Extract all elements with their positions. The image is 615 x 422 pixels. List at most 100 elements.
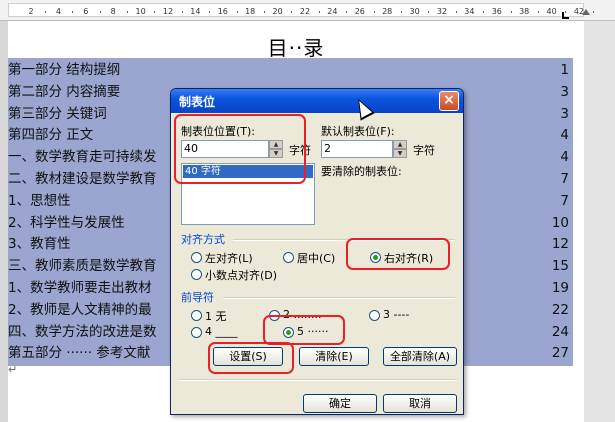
ruler-minor-tick [455, 11, 457, 13]
toc-entry-text: 3、教育性 [8, 236, 71, 253]
ruler-tick-label: 40 [546, 7, 557, 16]
leader-underline-radio[interactable] [191, 327, 202, 338]
button-divider [179, 379, 457, 381]
align-left-label[interactable]: 左对齐(L) [205, 250, 253, 266]
ruler-minor-tick [236, 11, 238, 13]
right-tab-stop-marker[interactable] [562, 12, 569, 19]
align-left-radio[interactable] [191, 252, 202, 263]
highlight-right-align [346, 238, 450, 270]
clear-button[interactable]: 清除(E) [299, 347, 369, 366]
leader-group-title: 前导符 [181, 291, 214, 304]
ruler-tick-label: 24 [327, 7, 338, 16]
toc-entry-page: 7 [560, 171, 569, 187]
toc-entry-text: 1、数学教师要走出教材 [8, 280, 152, 296]
ruler-minor-tick [483, 11, 485, 13]
ruler-minor-tick [592, 11, 594, 13]
ruler-minor-tick [291, 11, 293, 13]
toc-entry-page: 27 [551, 345, 569, 362]
ruler-tick-label: 14 [190, 7, 201, 16]
default-tab-unit: 字符 [413, 144, 435, 157]
toc-entry-text: 第三部分 关键词 [8, 105, 107, 122]
ruler-tick-label: 22 [299, 7, 311, 16]
ruler-tick-label: 18 [245, 7, 256, 16]
default-tab-label: 默认制表位(F): [321, 125, 395, 138]
ruler-tick-label: 26 [354, 7, 365, 16]
ruler-minor-tick [400, 11, 402, 13]
align-center-label[interactable]: 居中(C) [297, 250, 335, 266]
align-decimal-label[interactable]: 小数点对齐(D) [205, 267, 277, 283]
default-tab-input[interactable]: 2 [321, 140, 393, 158]
toc-title: 目··录 [267, 36, 325, 60]
ruler-minor-tick [428, 11, 430, 13]
toc-entry-page: 1 [560, 62, 569, 78]
close-icon[interactable]: × [439, 91, 459, 111]
leader-none-radio[interactable] [191, 310, 202, 321]
paragraph-mark: ↵ [8, 363, 18, 376]
ruler-minor-tick [72, 11, 74, 13]
default-tab-spinner[interactable]: ▲ ▼ [393, 140, 407, 158]
ruler-tick-label: 6 [83, 7, 89, 16]
right-gutter [584, 21, 615, 422]
highlight-set-button [208, 342, 294, 374]
toc-entry-text: 2、教师是人文精神的最 [8, 301, 152, 318]
ruler-tick-label: 12 [162, 7, 174, 16]
ruler-tick-label: 38 [519, 7, 530, 16]
align-decimal-radio[interactable] [191, 269, 202, 280]
toc-entry-text: 第一部分 结构提纲 [8, 62, 121, 78]
spin-up-icon[interactable]: ▲ [393, 140, 407, 149]
ruler-minor-tick [510, 11, 512, 13]
horizontal-ruler[interactable]: 2 4 6 8 10 12 14 16 18 20 22 24 26 28 30 32 34 36 38 40 42 [0, 0, 615, 21]
dialog-titlebar[interactable]: 制表位 × [171, 89, 463, 113]
ruler-minor-tick [537, 11, 539, 13]
toc-entry-text: 二、教材建设是数学教育 [8, 171, 157, 187]
ruler-tick-label: 28 [382, 7, 393, 16]
toc-entry-text: 四、数学方法的改进是数 [8, 323, 157, 340]
highlight-tab-position [174, 114, 306, 184]
toc-entry-page: 19 [551, 280, 569, 296]
ruler-minor-tick [181, 11, 183, 13]
toc-entry[interactable]: 第一部分 结构提纲 1 [8, 60, 573, 81]
toc-entry-page: 10 [551, 214, 569, 231]
ruler-minor-tick [318, 11, 320, 13]
toc-entry-page: 24 [551, 323, 569, 340]
ruler-tick-label: 36 [491, 7, 502, 16]
ruler-tick-label: 20 [272, 7, 283, 16]
align-center-radio[interactable] [283, 252, 294, 263]
ruler-tick-label: 32 [436, 7, 448, 16]
ruler-tick-label: 4 [55, 7, 61, 16]
spin-down-icon[interactable]: ▼ [393, 149, 407, 158]
alignment-group-title: 对齐方式 [181, 233, 225, 246]
cancel-button[interactable]: 取消 [383, 394, 457, 413]
ruler-minor-tick [263, 11, 265, 13]
right-indent-marker[interactable] [582, 9, 590, 15]
ruler-track: 2 4 6 8 10 12 14 16 18 20 22 24 26 28 30 32 34 36 38 40 42 [8, 3, 594, 17]
highlight-leader-5 [263, 315, 345, 345]
toc-entry-text: 三、教师素质是数学教育 [8, 258, 157, 275]
toc-entry-page: 7 [560, 192, 569, 209]
ruler-minor-tick [99, 11, 101, 13]
leader-underline-label[interactable]: 4 ____ [205, 325, 238, 338]
ruler-tick-label: 10 [135, 7, 146, 16]
ruler-tick-label: 30 [409, 7, 420, 16]
toc-entry-text: 一、数学教育走可持续发 [8, 149, 157, 166]
leader-none-label[interactable]: 1 无 [205, 308, 227, 324]
ruler-minor-tick [346, 11, 348, 13]
toc-entry-text: 1、思想性 [8, 192, 71, 209]
ruler-minor-tick [44, 11, 46, 13]
toc-entry-text: 第五部分 ······ 参考文献 [8, 345, 151, 362]
leader-dashes-radio[interactable] [369, 310, 380, 321]
ruler-tick-label: 34 [464, 7, 475, 16]
ok-button[interactable]: 确定 [303, 394, 377, 413]
toc-entry-text: 第四部分 正文 [8, 127, 94, 144]
leader-dashes-label[interactable]: 3 ---- [383, 308, 409, 321]
toc-entry-page: 4 [560, 149, 569, 166]
ruler-tick-label: 16 [217, 7, 228, 16]
dialog-title: 制表位 [179, 95, 216, 109]
clear-all-button[interactable]: 全部清除(A) [383, 347, 457, 366]
toc-entry-text: 第二部分 内容摘要 [8, 83, 121, 100]
ruler-minor-tick [209, 11, 211, 13]
leader-divider [223, 297, 455, 299]
toc-entry-page: 4 [560, 127, 569, 144]
tabs-to-clear-label: 要清除的制表位: [321, 165, 402, 178]
toc-entry-page: 12 [551, 236, 569, 253]
